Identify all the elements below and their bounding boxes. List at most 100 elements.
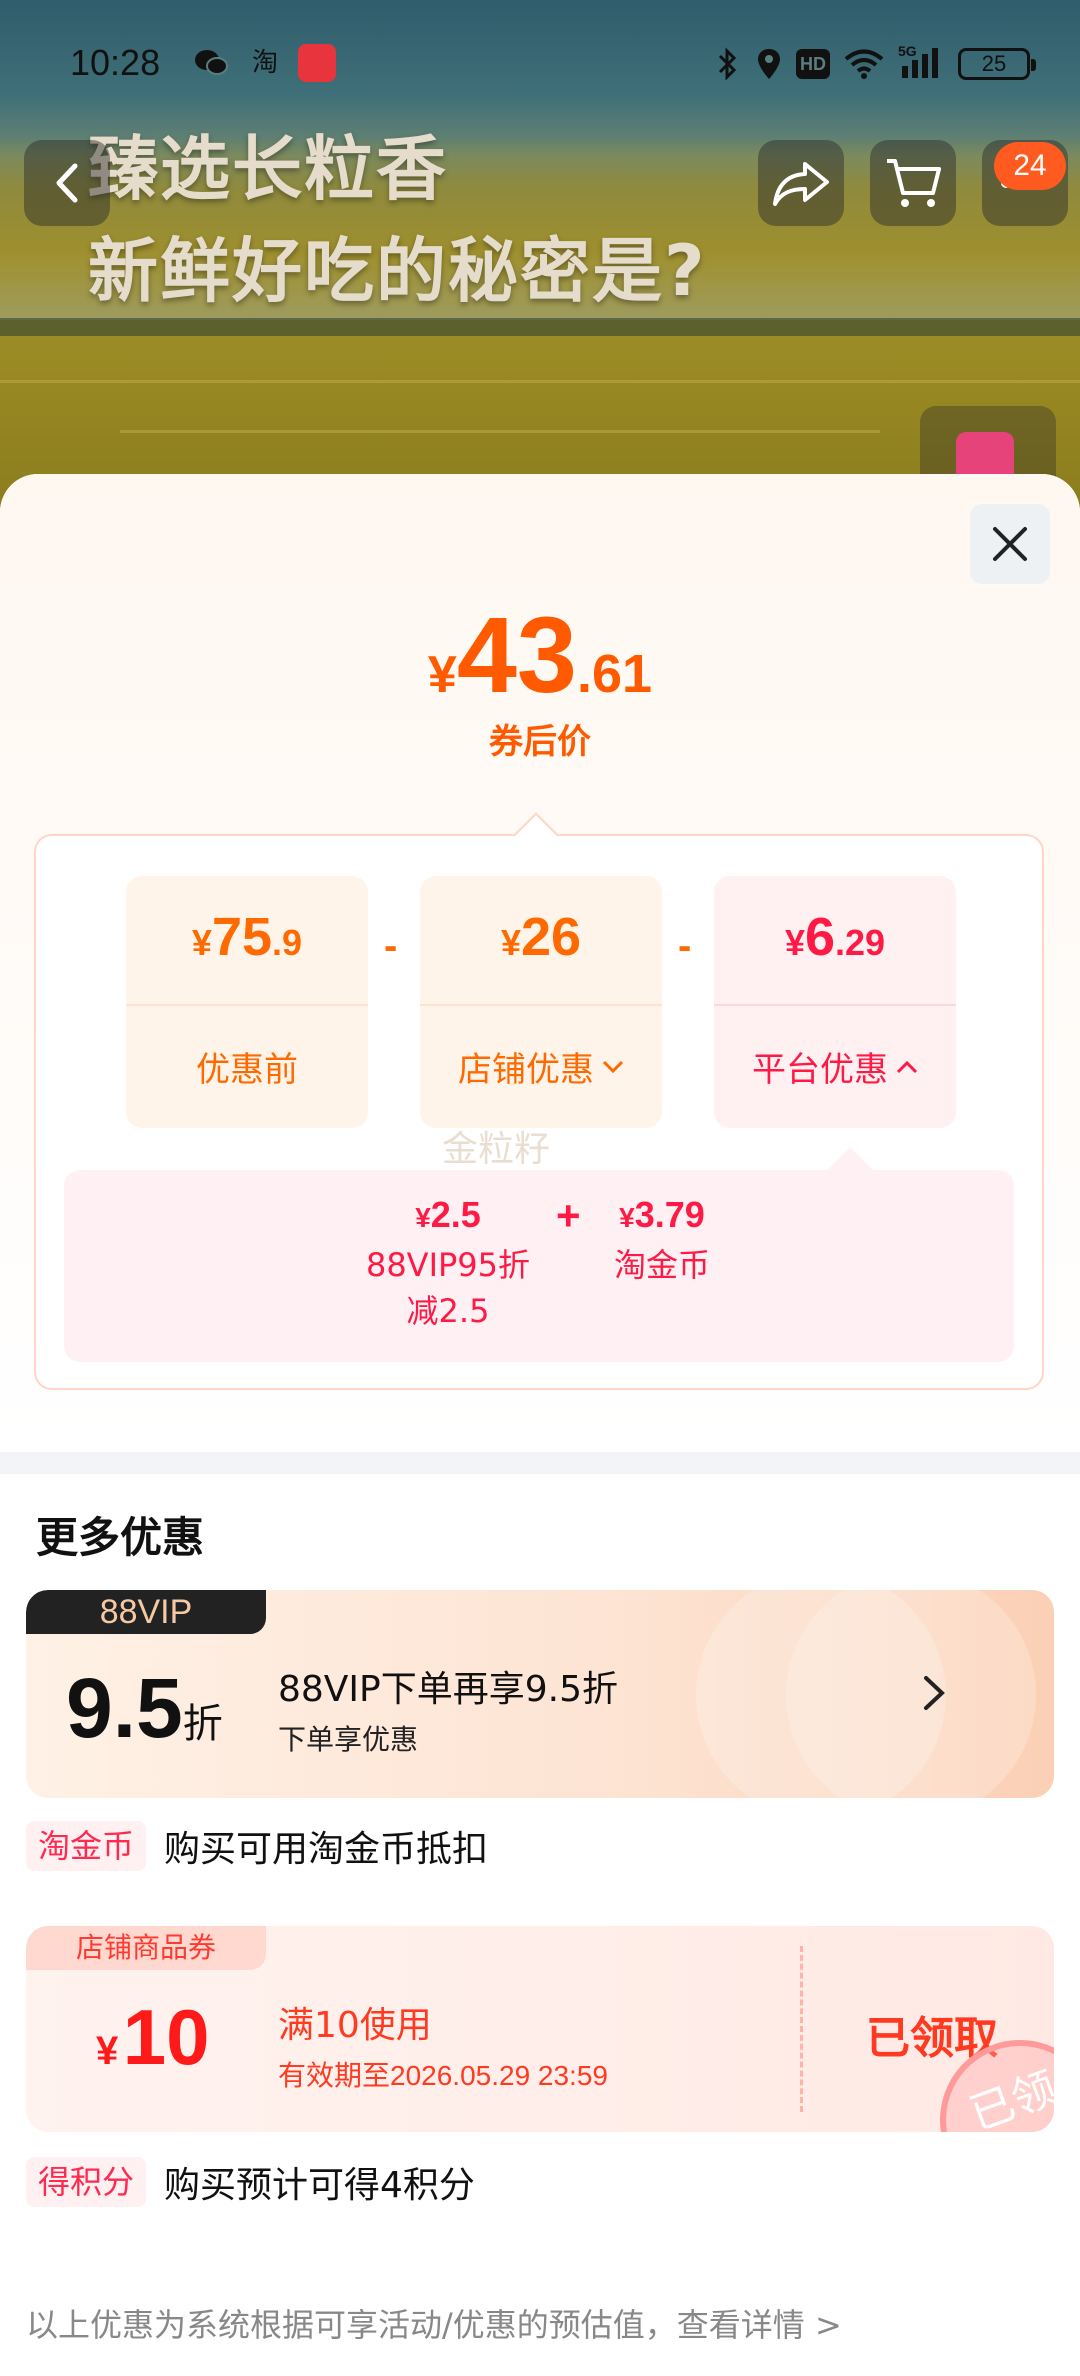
platform-item-name: 淘金币 [613,1246,710,1284]
banner-field-line [0,380,1080,383]
amount-currency: ¥ [784,922,805,963]
plus-sign: + [556,1192,581,1239]
coupon-divider [800,1946,803,2112]
decor-circle [786,1590,1036,1798]
amount-integer: 6 [804,907,836,967]
status-bar: 10:28 淘 HD 5G 25 [0,0,1080,130]
battery-indicator: 25 [958,48,1036,80]
banner-title: 臻选长粒香 新鲜好吃的秘密是? [88,118,707,322]
amount-decimal: .29 [835,922,886,963]
coupon-value: ¥ 10 [96,1992,209,2083]
chevron-up-icon [896,1060,918,1073]
price-card-amount: ¥6.29 [714,906,956,968]
discount-sheet: ¥43.61 券后价 ¥75.9 优惠前 - ¥26 店铺优惠 - ¥6.29 … [0,474,1080,2376]
item-amount: 3.79 [634,1194,705,1235]
amount-integer: 75 [211,907,273,967]
vip-discount-value: 9.5折 [66,1660,223,1757]
more-discounts-title: 更多优惠 [36,1513,205,1562]
vip-title: 88VIP下单再享9.5折 [278,1669,619,1710]
video-watermark: 金粒籽 [442,1129,551,1170]
bluetooth-icon [712,47,742,81]
section-separator [0,1452,1080,1474]
discount-footnote-link[interactable]: 以上优惠为系统根据可享活动/优惠的预估值，查看详情 > [26,2300,842,2346]
price-card-platform[interactable]: ¥6.29 平台优惠 [714,876,956,1128]
cart-icon [887,159,941,207]
coins-tag: 淘金币 [26,1821,147,1871]
coupon-amount: 10 [122,1993,210,2081]
platform-item-value: ¥2.5 [360,1194,536,1236]
close-button[interactable] [970,504,1050,584]
platform-notch [827,1147,873,1193]
amount-currency: ¥ [500,922,521,963]
coupon-currency: ¥ [96,2029,119,2073]
platform-item-note: 减2.5 [406,1292,490,1330]
chevron-down-icon [602,1060,624,1073]
price-card-label: 优惠前 [126,1042,368,1091]
coins-text: 购买可用淘金币抵扣 [164,1829,489,1870]
coins-row: 淘金币 购买可用淘金币抵扣 [26,1820,488,1872]
share-button[interactable] [758,140,844,226]
chevron-left-icon [56,163,78,203]
location-icon [756,47,782,81]
price-breakdown: ¥75.9 优惠前 - ¥26 店铺优惠 - ¥6.29 平台优惠 金粒籽 ¥2… [34,812,1044,1390]
price-card-store[interactable]: ¥26 店铺优惠 [420,876,662,1128]
amount-currency: ¥ [191,922,212,963]
status-right-icons: HD 5G 25 [712,43,1036,84]
platform-item-coins: ¥3.79 淘金币 [602,1194,722,1288]
coupon-expiry: 有效期至2026.05.29 23:59 [278,2060,608,2091]
cart-count-badge: 24 [994,142,1066,190]
wifi-icon [844,47,884,81]
label-text: 优惠前 [196,1050,298,1090]
vip-subtitle: 下单享优惠 [278,1723,419,1756]
vip-discount-number: 9.5 [66,1661,183,1755]
card-divider [714,1004,956,1006]
app-icon [298,44,336,82]
price-card-original: ¥75.9 优惠前 [126,876,368,1128]
vip-discount-card[interactable]: 88VIP 9.5折 88VIP下单再享9.5折 下单享优惠 [26,1590,1054,1798]
vip-discount-unit: 折 [182,1702,223,1746]
close-icon [993,527,1027,561]
final-price: ¥43.61 [0,592,1080,717]
label-text: 店铺优惠 [458,1050,594,1090]
item-amount: 2.5 [430,1194,481,1235]
minus-sign: - [678,924,692,968]
vip-tag: 88VIP [26,1590,266,1634]
platform-item-name: 88VIP95折 [365,1246,531,1284]
price-card-label: 平台优惠 [714,1042,956,1091]
platform-item-vip: ¥2.5 88VIP95折 减2.5 [360,1194,536,1334]
banner-title-line1: 臻选长粒香 [88,128,448,210]
cart-button[interactable] [870,140,956,226]
price-card-amount: ¥26 [420,906,662,968]
points-row: 得积分 购买预计可得4积分 [26,2156,475,2208]
card-divider [420,1004,662,1006]
platform-discount-detail: ¥2.5 88VIP95折 减2.5 + ¥3.79 淘金币 [64,1147,1014,1362]
coupon-tag: 店铺商品券 [26,1926,266,1970]
chevron-right-icon [924,1676,945,1710]
label-text: 平台优惠 [752,1050,888,1090]
wechat-icon [194,48,228,78]
platform-item-value: ¥3.79 [602,1194,722,1236]
price-card-amount: ¥75.9 [126,906,368,968]
points-text: 购买预计可得4积分 [164,2165,475,2206]
points-tag: 得积分 [26,2157,147,2207]
store-coupon-card[interactable]: 店铺商品券 ¥ 10 满10使用 有效期至2026.05.29 23:59 已领… [26,1926,1054,2132]
amount-decimal: .9 [272,922,303,963]
banner-field-line [120,430,880,433]
taobao-icon: 淘 [251,48,278,78]
amount-integer: 26 [520,907,582,967]
item-currency: ¥ [415,1202,431,1233]
item-currency: ¥ [619,1202,635,1233]
final-price-integer: 43 [456,594,577,715]
price-card-label: 店铺优惠 [420,1042,662,1091]
5g-label: 5G [898,43,917,59]
5g-signal-icon: 5G [898,43,944,81]
minus-sign: - [384,924,398,968]
banner-title-line2: 新鲜好吃的秘密是? [88,230,707,312]
back-button[interactable] [24,140,110,226]
final-price-decimal: .61 [576,644,653,704]
final-price-currency: ¥ [427,646,457,704]
hd-icon: HD [796,49,830,79]
share-icon [773,162,829,206]
card-divider [126,1004,368,1006]
status-time: 10:28 [70,42,161,83]
